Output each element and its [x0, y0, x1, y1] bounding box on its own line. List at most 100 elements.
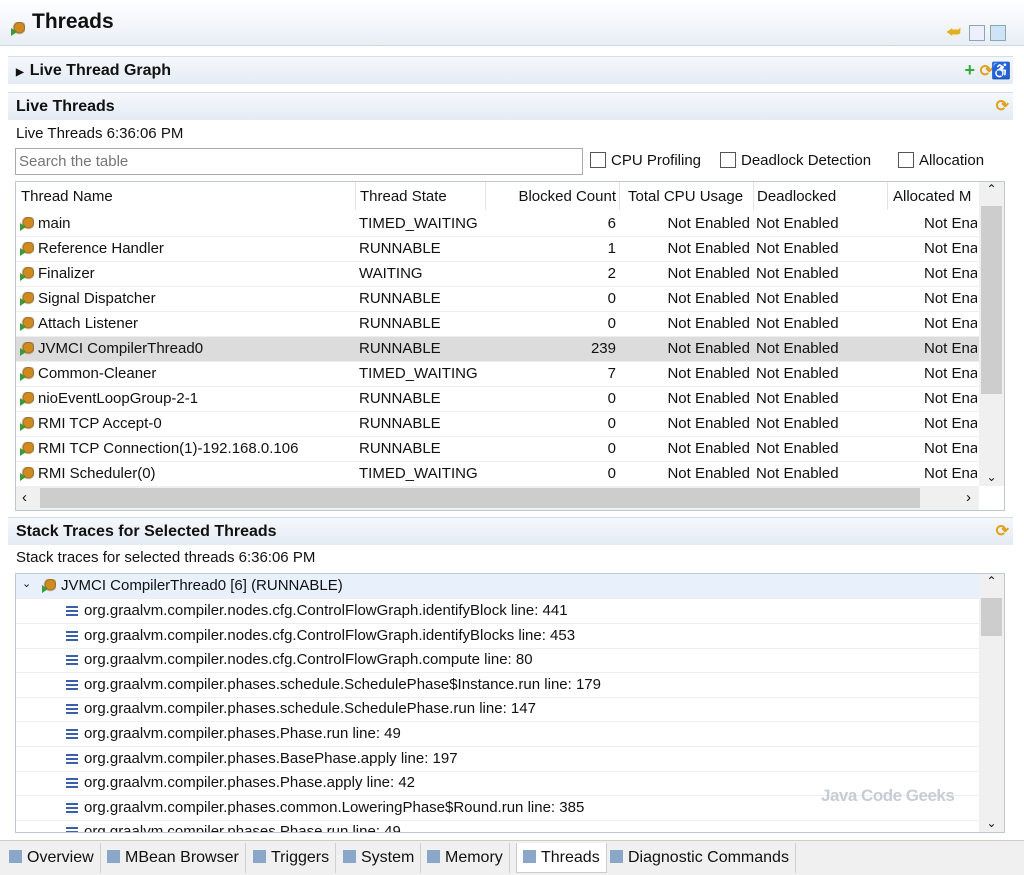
table-cell: Not Enabled — [756, 240, 839, 257]
tab-overview[interactable]: Overview — [3, 843, 101, 873]
vertical-scrollbar[interactable]: ⌃ ⌄ — [979, 574, 1004, 832]
cpu-profiling-checkbox[interactable]: CPU Profiling — [590, 152, 701, 169]
stack-frame[interactable]: org.graalvm.compiler.nodes.cfg.ControlFl… — [16, 599, 979, 624]
table-row[interactable]: nioEventLoopGroup-2-1 RUNNABLE 0 Not Enable… — [16, 387, 979, 412]
stack-traces-timestamp: Stack traces for selected threads 6:36:0… — [16, 549, 316, 566]
deadlock-detection-checkbox[interactable]: Deadlock Detection — [720, 152, 871, 169]
vertical-scrollbar[interactable]: ⌃ ⌄ — [979, 182, 1004, 486]
stack-frame-icon — [66, 655, 78, 666]
column-header[interactable]: Thread Name — [21, 188, 351, 205]
table-row[interactable]: main TIMED_WAITING 6 Not Enabled Not Enabled… — [16, 212, 979, 237]
scrollbar-thumb[interactable] — [981, 598, 1002, 636]
stack-traces-section-header: Stack Traces for Selected Threads ⟳ — [8, 517, 1013, 545]
table-cell: Not Enabled — [667, 265, 750, 282]
table-cell: Not Enabled — [667, 390, 750, 407]
section-title: Stack Traces for Selected Threads — [16, 523, 277, 540]
horizontal-scrollbar[interactable]: ‹ › — [16, 486, 979, 510]
column-header[interactable]: Deadlocked — [753, 182, 884, 210]
table-cell: Not Ena — [924, 465, 977, 482]
table-row[interactable]: Reference Handler RUNNABLE 1 Not Enabled Not… — [16, 237, 979, 262]
stack-frame-label: org.graalvm.compiler.phases.Phase.run li… — [66, 823, 401, 832]
stack-frame-icon — [66, 802, 78, 813]
stack-frame-label: org.graalvm.compiler.phases.Phase.run li… — [66, 725, 401, 742]
stack-frame-icon — [66, 679, 78, 690]
expand-icon[interactable]: ▶ — [16, 67, 24, 78]
tab-mbean-browser[interactable]: MBean Browser — [101, 843, 246, 873]
stack-frame[interactable]: org.graalvm.compiler.nodes.cfg.ControlFl… — [16, 648, 979, 674]
table-row[interactable]: Attach Listener RUNNABLE 0 Not Enabled Not E… — [16, 312, 979, 337]
table-cell: RUNNABLE — [359, 440, 441, 457]
allocation-checkbox[interactable]: Allocation — [898, 152, 984, 169]
tab-triggers[interactable]: Triggers — [247, 843, 337, 873]
tab-system[interactable]: System — [337, 843, 422, 873]
column-header[interactable]: Allocated M — [887, 182, 979, 210]
stack-frame[interactable]: org.graalvm.compiler.phases.Phase.run li… — [16, 820, 979, 832]
table-cell: Not Enabled — [756, 440, 839, 457]
rows-layout-icon[interactable] — [990, 25, 1006, 41]
scrollbar-thumb[interactable] — [981, 206, 1002, 394]
live-thread-graph-section[interactable]: ▶ Live Thread Graph + ⟳ ♿ — [8, 56, 1013, 84]
thread-icon — [20, 442, 34, 456]
table-row[interactable]: RMI TCP Accept-0 RUNNABLE 0 Not Enabled Not … — [16, 412, 979, 437]
table-cell: RUNNABLE — [359, 290, 441, 307]
tab-diagnostic-commands[interactable]: Diagnostic Commands — [604, 843, 796, 873]
stack-frame[interactable]: org.graalvm.compiler.phases.BasePhase.ap… — [16, 747, 979, 772]
search-input[interactable] — [15, 148, 583, 175]
tab-icon — [610, 850, 623, 863]
table-cell: Not Enabled — [667, 415, 750, 432]
table-cell: Not Enabled — [756, 415, 839, 432]
table-cell: Not Ena — [924, 290, 977, 307]
table-cell: Attach Listener — [38, 315, 139, 332]
add-icon[interactable]: + — [964, 60, 975, 81]
table-cell: nioEventLoopGroup-2-1 — [38, 390, 199, 407]
table-cell: Not Enabled — [756, 365, 839, 382]
column-header[interactable]: Thread State — [355, 182, 480, 210]
stack-frame[interactable]: org.graalvm.compiler.phases.schedule.Sch… — [16, 697, 979, 723]
tab-memory[interactable]: Memory — [421, 843, 510, 873]
back-icon[interactable]: ⮨ — [946, 24, 961, 42]
table-row[interactable]: RMI Scheduler(0) TIMED_WAITING 0 Not Enable… — [16, 462, 979, 487]
table-cell: Not Ena — [924, 265, 977, 282]
stack-frame-label: org.graalvm.compiler.phases.schedule.Sch… — [66, 676, 601, 693]
table-cell: RUNNABLE — [359, 415, 441, 432]
refresh-icon[interactable]: ⟳ — [996, 521, 1009, 541]
table-cell: Not Ena — [924, 365, 977, 382]
thread-icon — [20, 217, 34, 231]
table-cell: main — [38, 215, 71, 232]
page-header: Threads ⮨ — [0, 0, 1024, 46]
refresh-icon[interactable]: ⟳ — [996, 96, 1009, 116]
stack-frame-icon — [66, 606, 78, 617]
table-cell: Not Enabled — [667, 365, 750, 382]
table-row[interactable]: Finalizer WAITING 2 Not Enabled Not Enabled N… — [16, 262, 979, 287]
table-row[interactable]: Common-Cleaner TIMED_WAITING 7 Not Enabled N… — [16, 362, 979, 387]
table-cell: Not Enabled — [756, 465, 839, 482]
columns-layout-icon[interactable] — [969, 25, 985, 41]
accessibility-icon[interactable]: ♿ — [991, 61, 1011, 81]
scrollbar-thumb[interactable] — [40, 488, 920, 508]
tab-threads[interactable]: Threads — [516, 843, 607, 873]
stack-frame[interactable]: org.graalvm.compiler.nodes.cfg.ControlFl… — [16, 624, 979, 649]
table-row[interactable]: JVMCI CompilerThread0 RUNNABLE 239 Not Enab… — [16, 337, 979, 362]
column-header[interactable]: Blocked Count — [485, 182, 616, 210]
tab-icon — [523, 850, 536, 863]
table-row[interactable]: RMI TCP Connection(1)-192.168.0.106 RUNNA… — [16, 437, 979, 462]
stack-frame[interactable]: org.graalvm.compiler.phases.schedule.Sch… — [16, 673, 979, 698]
table-row[interactable]: Signal Dispatcher RUNNABLE 0 Not Enabled Not… — [16, 287, 979, 312]
tab-icon — [343, 850, 356, 863]
tab-icon — [9, 850, 22, 863]
section-title: Live Thread Graph — [29, 62, 172, 79]
table-cell: Not Enabled — [667, 215, 750, 232]
table-cell: 0 — [607, 290, 616, 307]
stack-frame[interactable]: org.graalvm.compiler.phases.Phase.run li… — [16, 722, 979, 747]
table-cell: Not Enabled — [756, 340, 839, 357]
table-cell: RMI Scheduler(0) — [38, 465, 156, 482]
live-threads-section-header: Live Threads ⟳ — [8, 92, 1013, 120]
table-cell: Not Enabled — [756, 315, 839, 332]
stack-frame-label: org.graalvm.compiler.nodes.cfg.ControlFl… — [66, 651, 533, 668]
tree-root[interactable]: ⌄ JVMCI CompilerThread0 [6] (RUNNABLE) — [16, 574, 979, 599]
collapse-icon[interactable]: ⌄ — [22, 577, 31, 590]
table-cell: Not Enabled — [667, 340, 750, 357]
column-header[interactable]: Total CPU Usage — [619, 182, 750, 210]
table-cell: RMI TCP Accept-0 — [38, 415, 162, 432]
table-cell: 0 — [607, 315, 616, 332]
